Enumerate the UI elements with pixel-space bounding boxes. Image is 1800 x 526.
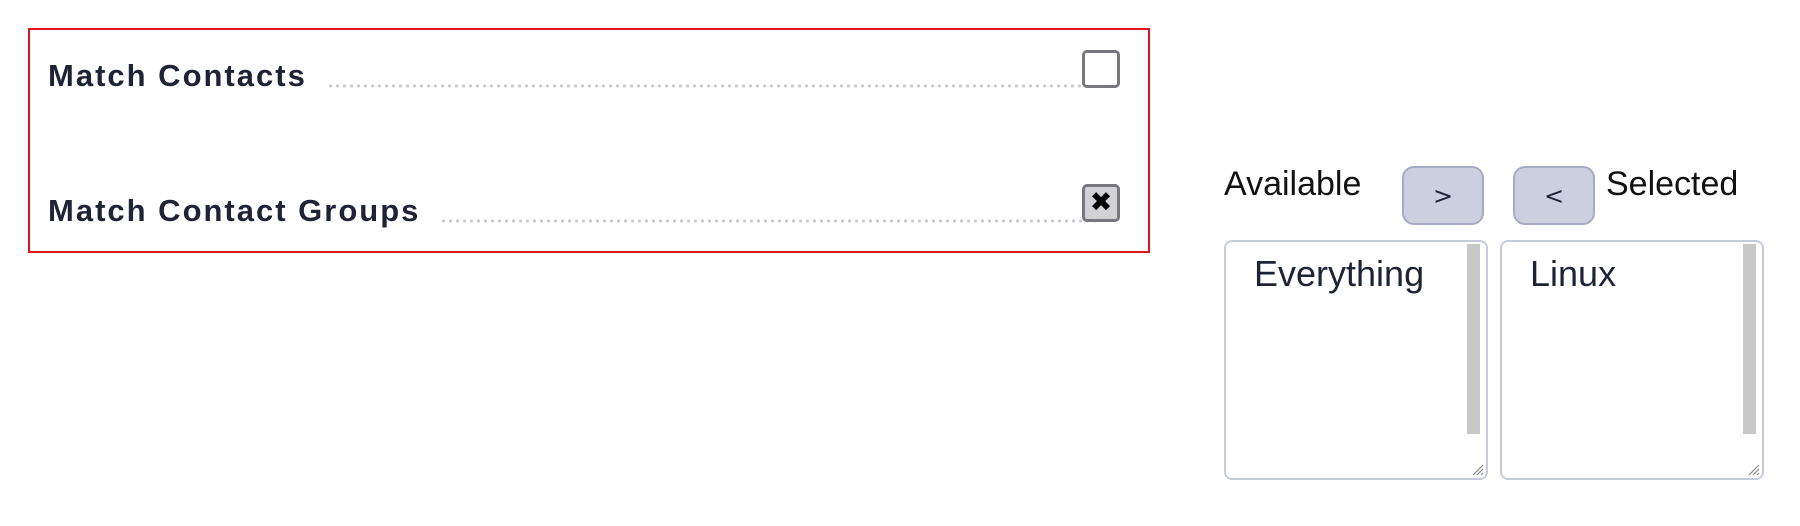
match-contact-groups-label: Match Contact Groups [48,193,421,228]
selected-listbox[interactable]: Linux [1500,240,1764,480]
match-contacts-row: Match Contacts [48,58,1118,94]
list-item[interactable]: Everything [1254,252,1424,296]
match-contact-groups-row: Match Contact Groups [48,193,1118,229]
list-item[interactable]: Linux [1530,252,1616,296]
remove-from-selected-button[interactable]: < [1513,166,1595,225]
scrollbar[interactable] [1743,244,1756,434]
available-label: Available [1224,165,1362,203]
match-contacts-checkbox[interactable] [1082,50,1120,88]
match-contact-groups-checkbox[interactable]: ✖ [1082,184,1120,222]
match-options-panel: Match Contacts Match Contact Groups ✖ [28,28,1150,253]
match-contacts-label: Match Contacts [48,58,307,93]
selected-label: Selected [1606,165,1739,203]
dual-list-selector: Available > < Selected Everything Linux [1224,160,1784,480]
checked-x-icon: ✖ [1089,187,1113,218]
unchecked-mark [1085,53,1117,85]
resize-grip-icon[interactable] [1746,462,1760,476]
available-listbox[interactable]: Everything [1224,240,1488,480]
add-to-selected-button[interactable]: > [1402,166,1484,225]
dotted-leader [326,84,1098,88]
resize-grip-icon[interactable] [1470,462,1484,476]
dotted-leader [440,219,1098,223]
scrollbar[interactable] [1467,244,1480,434]
